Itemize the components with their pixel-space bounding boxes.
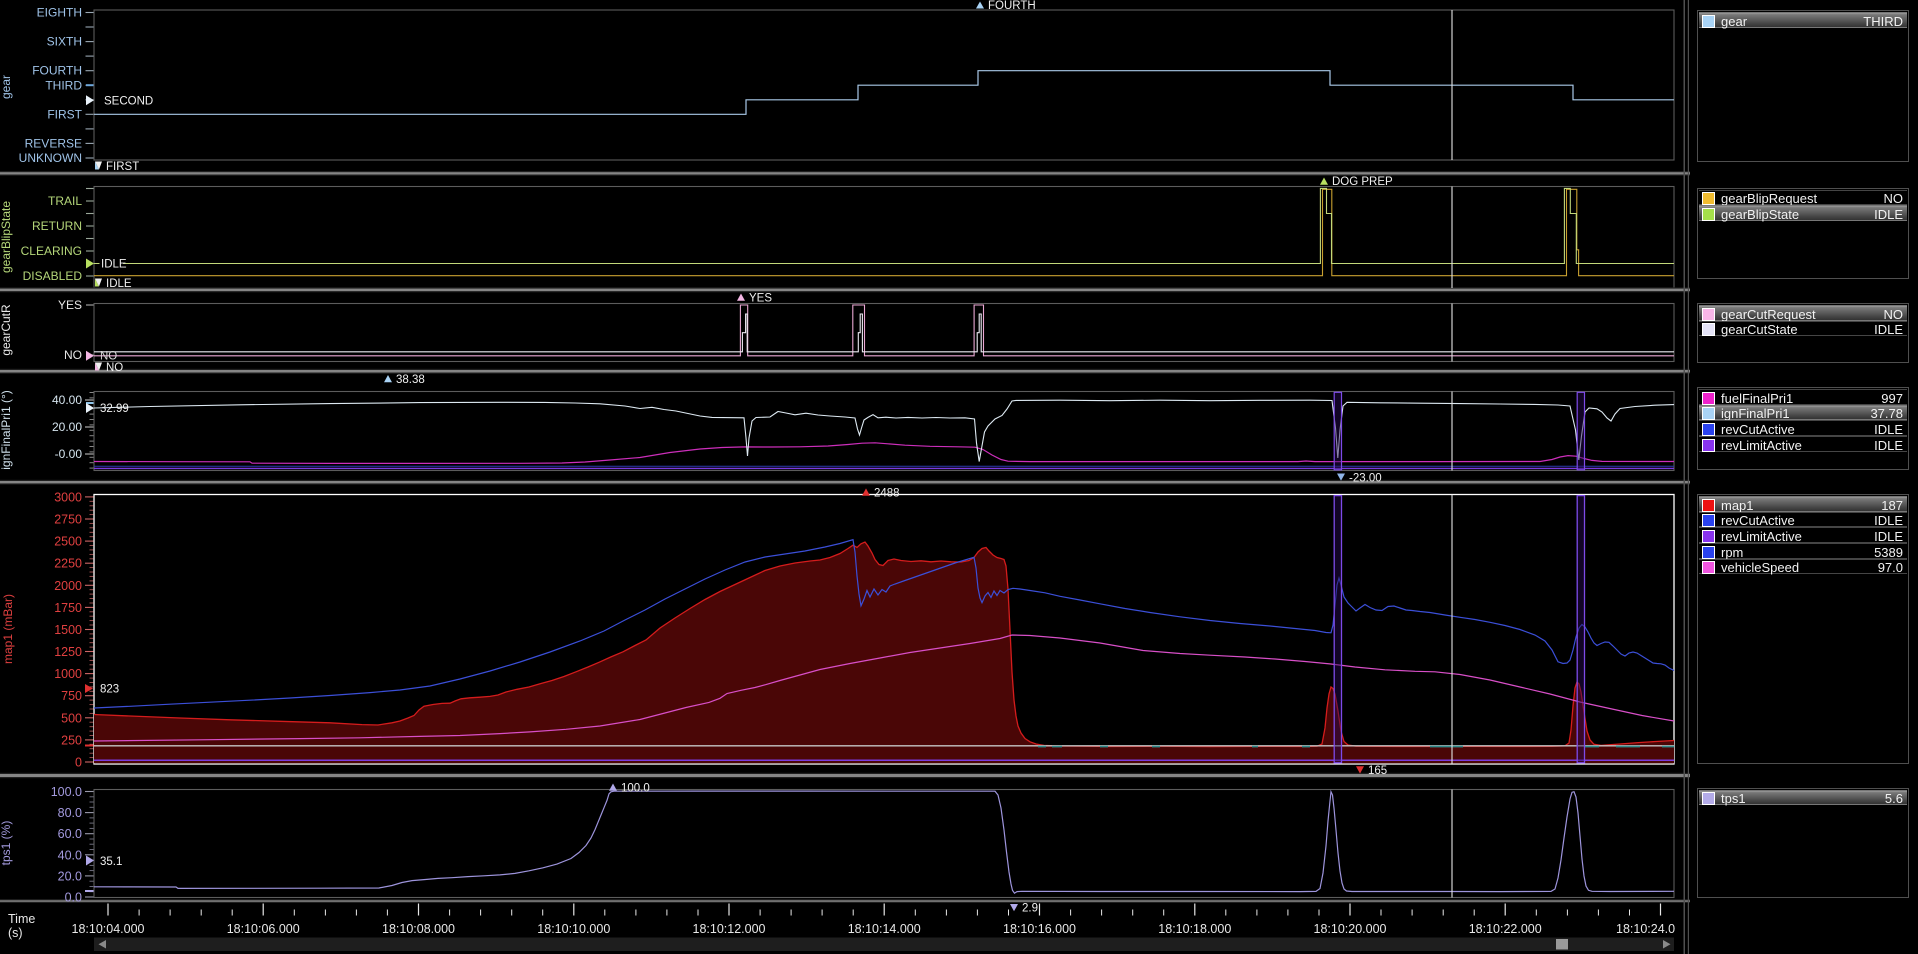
svg-text:-0.00: -0.00 <box>55 447 83 461</box>
svg-text:32.99: 32.99 <box>100 403 129 415</box>
svg-text:18:10:22.000: 18:10:22.000 <box>1469 922 1542 936</box>
svg-text:40.0: 40.0 <box>58 848 82 862</box>
svg-text:RETURN: RETURN <box>32 219 82 233</box>
svg-text:-23.00: -23.00 <box>1349 473 1382 485</box>
svg-text:YES: YES <box>58 298 82 312</box>
svg-text:SECOND: SECOND <box>104 96 153 108</box>
svg-text:40.00: 40.00 <box>52 393 82 407</box>
svg-text:2250: 2250 <box>54 557 82 571</box>
svg-text:REVERSE: REVERSE <box>25 136 82 150</box>
svg-text:IDLE: IDLE <box>106 278 132 290</box>
svg-text:35.1: 35.1 <box>100 856 122 868</box>
svg-text:18:10:10.000: 18:10:10.000 <box>537 922 610 936</box>
svg-text:20.0: 20.0 <box>58 869 82 883</box>
svg-text:80.0: 80.0 <box>58 806 82 820</box>
svg-text:YES: YES <box>749 292 772 304</box>
svg-text:18:10:12.000: 18:10:12.000 <box>693 922 766 936</box>
svg-text:18:10:06.000: 18:10:06.000 <box>227 922 300 936</box>
svg-text:DISABLED: DISABLED <box>23 269 83 283</box>
svg-text:UNKNOWN: UNKNOWN <box>19 151 82 165</box>
svg-text:18:10:20.000: 18:10:20.000 <box>1314 922 1387 936</box>
svg-text:250: 250 <box>61 733 82 747</box>
svg-text:FOURTH: FOURTH <box>988 0 1036 12</box>
svg-text:18:10:18.000: 18:10:18.000 <box>1158 922 1231 936</box>
svg-text:SIXTH: SIXTH <box>47 35 82 49</box>
svg-text:map1 (mBar): map1 (mBar) <box>1 594 15 664</box>
svg-text:FIRST: FIRST <box>106 161 139 173</box>
svg-text:FIRST: FIRST <box>47 107 82 121</box>
svg-text:TRAIL: TRAIL <box>48 194 82 208</box>
svg-text:gearCutR: gearCutR <box>0 304 13 356</box>
svg-text:1000: 1000 <box>54 667 82 681</box>
svg-text:2500: 2500 <box>54 535 82 549</box>
svg-text:1250: 1250 <box>54 645 82 659</box>
svg-text:18:10:16.000: 18:10:16.000 <box>1003 922 1076 936</box>
svg-text:1750: 1750 <box>54 601 82 615</box>
svg-text:tps1 (%): tps1 (%) <box>0 821 13 866</box>
svg-text:gearBlipState: gearBlipState <box>0 201 13 273</box>
svg-text:18:10:24.0: 18:10:24.0 <box>1616 922 1675 936</box>
svg-text:gear: gear <box>0 75 13 99</box>
svg-text:CLEARING: CLEARING <box>21 244 82 258</box>
svg-text:60.0: 60.0 <box>58 827 82 841</box>
svg-text:750: 750 <box>61 689 82 703</box>
svg-text:18:10:04.000: 18:10:04.000 <box>72 922 145 936</box>
svg-text:2750: 2750 <box>54 513 82 527</box>
svg-text:18:10:08.000: 18:10:08.000 <box>382 922 455 936</box>
svg-text:2488: 2488 <box>874 487 900 499</box>
svg-text:0: 0 <box>75 756 82 770</box>
svg-text:823: 823 <box>100 684 119 696</box>
svg-text:38.38: 38.38 <box>396 374 425 386</box>
svg-text:ignFinalPri1 (°): ignFinalPri1 (°) <box>0 390 13 470</box>
svg-text:1500: 1500 <box>54 623 82 637</box>
svg-text:20.00: 20.00 <box>52 420 82 434</box>
svg-text:100.0: 100.0 <box>51 785 82 799</box>
svg-text:3000: 3000 <box>54 490 82 504</box>
svg-text:IDLE: IDLE <box>101 259 127 271</box>
svg-text:100.0: 100.0 <box>621 782 650 794</box>
svg-text:FOURTH: FOURTH <box>32 64 82 78</box>
svg-text:2000: 2000 <box>54 579 82 593</box>
svg-text:0.0: 0.0 <box>65 891 82 905</box>
svg-text:(s): (s) <box>8 926 23 940</box>
svg-text:2.9: 2.9 <box>1022 903 1038 915</box>
svg-text:500: 500 <box>61 711 82 725</box>
svg-text:NO: NO <box>64 348 82 362</box>
svg-text:18:10:14.000: 18:10:14.000 <box>848 922 921 936</box>
svg-text:THIRD: THIRD <box>45 78 82 92</box>
svg-text:Time: Time <box>8 912 35 926</box>
svg-text:NO: NO <box>100 351 117 363</box>
svg-text:NO: NO <box>106 362 123 374</box>
svg-text:165: 165 <box>1368 765 1387 777</box>
svg-text:DOG PREP: DOG PREP <box>1332 176 1393 188</box>
svg-text:EIGHTH: EIGHTH <box>37 6 82 20</box>
